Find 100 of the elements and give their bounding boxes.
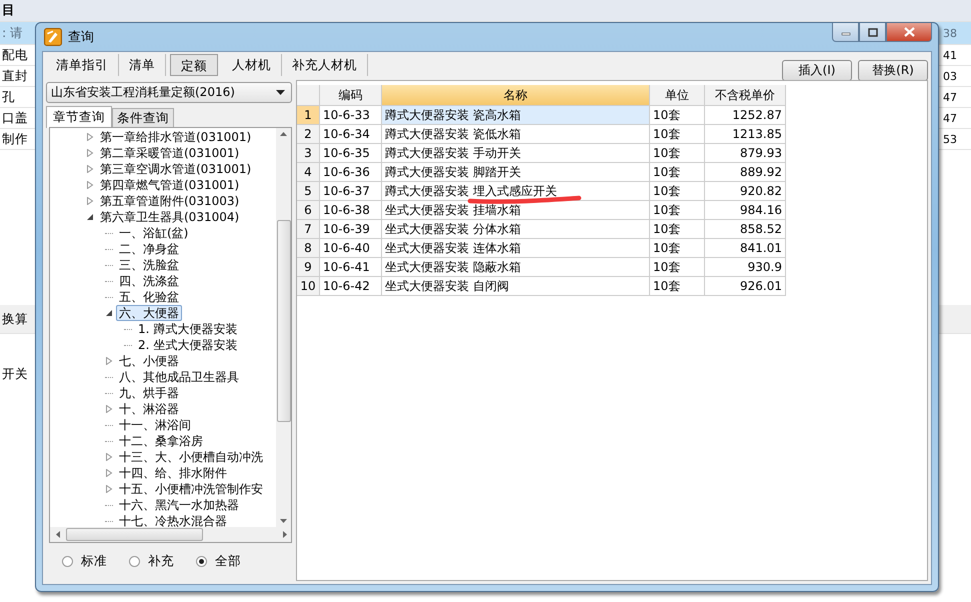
close-icon xyxy=(904,27,914,37)
tree-item[interactable]: 七、小便器 xyxy=(116,353,182,369)
tree-item[interactable]: 二、净身盆 xyxy=(116,241,182,257)
tree-item[interactable]: 第五章管道附件(031003) xyxy=(97,193,242,209)
column-header[interactable]: 单位 xyxy=(650,85,705,106)
scroll-thumb[interactable] xyxy=(66,528,203,541)
background-number: 47 xyxy=(943,90,957,104)
tree-item[interactable]: 第六章卫生器具(031004) xyxy=(97,209,242,225)
tab[interactable]: 定额 xyxy=(170,54,218,76)
table-cell: 10套 xyxy=(650,125,705,144)
action-button[interactable]: 插入(I) xyxy=(782,60,852,81)
collapsed-arrow-icon[interactable] xyxy=(105,453,113,461)
table-cell: 坐式大便器安装 挂墙水箱 xyxy=(382,201,650,220)
window-title: 查询 xyxy=(68,29,94,46)
collapsed-arrow-icon[interactable] xyxy=(86,181,94,189)
tab[interactable]: 条件查询 xyxy=(112,108,174,128)
tree-item[interactable]: 八、其他成品卫生器具 xyxy=(116,369,242,385)
expanded-arrow-icon[interactable] xyxy=(105,309,113,317)
tab[interactable]: 人材机 xyxy=(222,54,282,76)
row-number[interactable]: 2 xyxy=(297,125,320,144)
background-text: 直封 xyxy=(2,68,28,84)
row-number[interactable]: 3 xyxy=(297,144,320,163)
row-number[interactable]: 1 xyxy=(297,106,320,125)
tree-item[interactable]: 四、洗涤盆 xyxy=(116,273,182,289)
radio-option[interactable]: 补充 xyxy=(129,553,174,570)
tree-item[interactable]: 第四章燃气管道(031001) xyxy=(97,177,242,193)
radio-button[interactable] xyxy=(62,556,73,567)
collapsed-arrow-icon[interactable] xyxy=(86,133,94,141)
tree-item[interactable]: 十七、冷热水混合器 xyxy=(116,513,230,527)
collapsed-arrow-icon[interactable] xyxy=(86,149,94,157)
column-header[interactable]: 名称 xyxy=(382,85,650,106)
tree-item[interactable]: 1. 蹲式大便器安装 xyxy=(135,321,240,337)
tree-item[interactable]: 十、淋浴器 xyxy=(116,401,182,417)
row-number[interactable]: 4 xyxy=(297,163,320,182)
column-header[interactable]: 不含税单价 xyxy=(705,85,786,106)
expanded-arrow-icon[interactable] xyxy=(86,213,94,221)
row-number[interactable]: 5 xyxy=(297,182,320,201)
tree-item[interactable]: 十五、小便槽冲洗管制作安 xyxy=(116,481,266,497)
row-number[interactable]: 9 xyxy=(297,258,320,277)
radio-option[interactable]: 全部 xyxy=(196,553,241,570)
tab[interactable]: 章节查询 xyxy=(46,106,112,128)
tree-item[interactable]: 一、浴缸(盆) xyxy=(116,225,192,241)
tree-item[interactable]: 九、烘手器 xyxy=(116,385,182,401)
background-text: : 请 xyxy=(2,24,24,42)
vertical-scrollbar[interactable] xyxy=(276,128,291,527)
tree-item[interactable]: 十一、淋浴间 xyxy=(116,417,194,433)
tree-item[interactable]: 十四、给、排水附件 xyxy=(116,465,230,481)
tree-item[interactable]: 第二章采暖管道(031001) xyxy=(97,145,242,161)
close-button[interactable] xyxy=(886,23,932,42)
tree-item[interactable]: 第一章给排水管道(031001) xyxy=(97,129,254,145)
table-cell: 10套 xyxy=(650,182,705,201)
row-number[interactable]: 7 xyxy=(297,220,320,239)
tab[interactable]: 清单指引 xyxy=(46,54,119,76)
collapsed-arrow-icon[interactable] xyxy=(86,197,94,205)
action-button[interactable]: 替换(R) xyxy=(858,60,928,81)
tree-item[interactable]: 2. 坐式大便器安装 xyxy=(135,337,240,353)
table-cell: 10-6-36 xyxy=(320,163,382,182)
collapsed-arrow-icon[interactable] xyxy=(105,469,113,477)
tree-item[interactable]: 十三、大、小便槽自动冲洗 xyxy=(116,449,266,465)
column-header[interactable]: 编码 xyxy=(320,85,382,106)
table-cell: 坐式大便器安装 连体水箱 xyxy=(382,239,650,258)
background-text: 换算 xyxy=(2,310,28,328)
tree-item[interactable]: 六、大便器 xyxy=(116,305,182,321)
collapsed-arrow-icon[interactable] xyxy=(105,485,113,493)
table-cell: 926.01 xyxy=(705,277,786,296)
table-cell: 841.01 xyxy=(705,239,786,258)
tree-item[interactable]: 十二、桑拿浴房 xyxy=(116,433,206,449)
horizontal-scrollbar[interactable] xyxy=(50,527,291,542)
background-number: 53 xyxy=(943,132,957,146)
table-cell: 889.92 xyxy=(705,163,786,182)
corner-cell xyxy=(297,85,320,106)
row-number[interactable]: 10 xyxy=(297,277,320,296)
table-cell: 蹲式大便器安装 脚踏开关 xyxy=(382,163,650,182)
tree-item[interactable]: 第三章空调水管道(031001) xyxy=(97,161,254,177)
radio-button[interactable] xyxy=(129,556,140,567)
tab[interactable]: 补充人材机 xyxy=(282,54,368,76)
table-cell: 10套 xyxy=(650,220,705,239)
table-cell: 10套 xyxy=(650,277,705,296)
collapsed-arrow-icon[interactable] xyxy=(86,165,94,173)
radio-button[interactable] xyxy=(196,556,207,567)
tree-item[interactable]: 三、洗脸盆 xyxy=(116,257,182,273)
library-dropdown[interactable]: 山东省安装工程消耗量定额(2016) xyxy=(46,82,292,103)
radio-option[interactable]: 标准 xyxy=(62,553,107,570)
collapsed-arrow-icon[interactable] xyxy=(105,357,113,365)
scroll-right-icon xyxy=(283,531,287,538)
tab[interactable]: 清单 xyxy=(119,54,166,76)
minimize-button[interactable] xyxy=(832,23,859,42)
scroll-thumb[interactable] xyxy=(276,220,290,422)
table-cell: 10套 xyxy=(650,106,705,125)
table-cell: 10-6-40 xyxy=(320,239,382,258)
maximize-button[interactable] xyxy=(859,23,886,42)
row-number[interactable]: 6 xyxy=(297,201,320,220)
table-cell: 蹲式大便器安装 瓷低水箱 xyxy=(382,125,650,144)
table-cell: 10套 xyxy=(650,239,705,258)
tree-item[interactable]: 五、化验盆 xyxy=(116,289,182,305)
collapsed-arrow-icon[interactable] xyxy=(105,405,113,413)
table-cell: 10套 xyxy=(650,201,705,220)
tree-item[interactable]: 十六、黑汽一水加热器 xyxy=(116,497,242,513)
row-number[interactable]: 8 xyxy=(297,239,320,258)
background-text: 制作 xyxy=(2,130,28,148)
